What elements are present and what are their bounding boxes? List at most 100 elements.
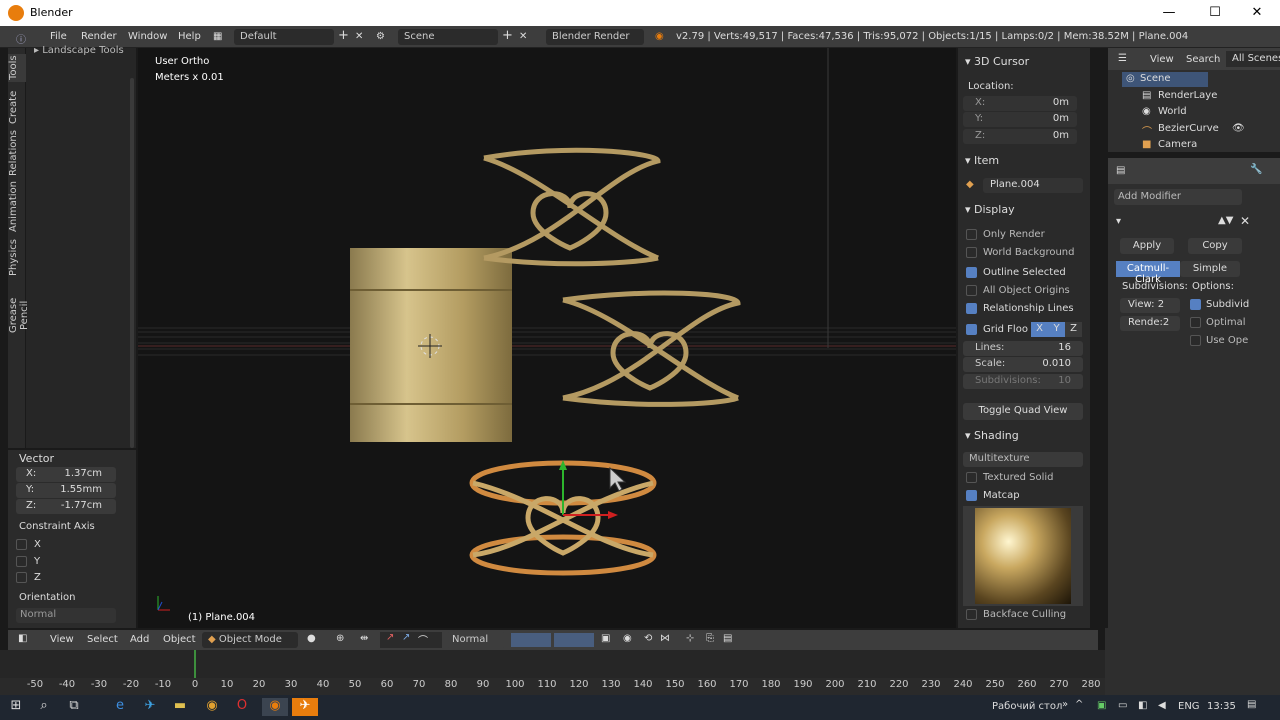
opera-icon[interactable]: O [232, 698, 252, 716]
close-button[interactable]: ✕ [1234, 0, 1280, 26]
grid-lines-field[interactable]: Lines: 16 [963, 341, 1083, 356]
remove-layout-icon[interactable]: ✕ [355, 31, 363, 42]
scene-icon[interactable]: ⚙ [376, 31, 385, 42]
info-icon[interactable]: ⓘ [16, 31, 26, 46]
vector-x-field[interactable]: X: 1.37cm [16, 467, 116, 482]
vector-z-field[interactable]: Z: -1.77cm [16, 499, 116, 514]
object-menu[interactable]: Object [163, 634, 196, 645]
only-render-checkbox[interactable] [966, 229, 977, 240]
grid-floor-checkbox[interactable] [966, 324, 977, 335]
all-origins-checkbox[interactable] [966, 285, 977, 296]
matcap-checkbox[interactable] [966, 490, 977, 501]
tab-grease-pencil[interactable]: Grease Pencil [8, 284, 30, 346]
timeline[interactable]: -50 -40 -30 -20 -10 0 10 20 30 40 50 60 70 80 90 100 110… [0, 650, 1105, 695]
modifier-tab-icon[interactable]: 🔧 [1250, 164, 1262, 175]
add-scene-icon[interactable]: + [502, 28, 513, 43]
render-icon[interactable]: ⎘ [706, 633, 714, 644]
item-name-field[interactable]: Plane.004 [983, 178, 1083, 193]
outliner-menu-icon[interactable]: ☰ [1118, 53, 1127, 64]
orientation-dropdown[interactable]: Normal [16, 608, 116, 623]
properties-menu-icon[interactable]: ▤ [1116, 165, 1125, 176]
textured-solid-checkbox[interactable] [966, 472, 977, 483]
grid-axis-y-toggle[interactable]: Y [1048, 322, 1065, 337]
outliner-display-mode[interactable]: All Scenes [1226, 51, 1280, 67]
shading-mode-dropdown[interactable]: Multitexture [963, 452, 1083, 467]
catmull-clark-toggle[interactable]: Catmull-Clark [1116, 261, 1180, 285]
orientation-dropdown-header[interactable]: Normal [446, 632, 506, 648]
maximize-button[interactable]: ☐ [1192, 0, 1238, 26]
file-explorer-icon[interactable]: ▬ [170, 698, 190, 716]
viewport-shading-icon[interactable]: ● [307, 633, 316, 644]
render-only-icon[interactable]: ◉ [623, 633, 632, 644]
cursor-panel-header[interactable]: ▾ 3D Cursor [965, 55, 1029, 68]
tray-chevron-icon[interactable]: ^ [1075, 699, 1083, 710]
pivot-icon[interactable]: ⊕ [336, 633, 344, 644]
matcap-preview[interactable] [963, 506, 1083, 606]
outliner-item-scene[interactable]: ◎ Scene [1122, 72, 1208, 87]
select-menu[interactable]: Select [87, 634, 118, 645]
blender-taskbar-icon[interactable]: ◉ [262, 698, 288, 716]
telegram-icon[interactable]: ✈ [140, 698, 160, 716]
remove-scene-icon[interactable]: ✕ [519, 31, 527, 42]
tab-animation[interactable]: Animation [8, 181, 26, 232]
tab-create[interactable]: Create [8, 88, 26, 126]
menu-window[interactable]: Window [128, 31, 167, 42]
tab-tools[interactable]: Tools [8, 54, 26, 82]
toggle-quad-view-button[interactable]: Toggle Quad View [963, 403, 1083, 420]
editor-type-icon[interactable]: ◧ [18, 633, 27, 644]
layout-dropdown[interactable]: Default [234, 29, 334, 45]
layer-lock-icon[interactable]: ▣ [601, 633, 610, 644]
add-modifier-dropdown[interactable]: Add Modifier [1114, 189, 1242, 205]
move-modifier-icons[interactable]: ▲▼ [1218, 215, 1233, 226]
render-levels-field[interactable]: Rende:2 [1120, 316, 1180, 331]
menu-help[interactable]: Help [178, 31, 201, 42]
outliner-search-menu[interactable]: Search [1186, 54, 1220, 65]
outliner-item-camera[interactable]: ■ Camera [1128, 138, 1268, 152]
volume-icon[interactable]: ◀ [1158, 700, 1166, 711]
landscape-tools-header[interactable]: ▸ Landscape Tools [34, 45, 124, 56]
simple-toggle[interactable]: Simple [1180, 261, 1240, 277]
constraint-x-checkbox[interactable] [16, 539, 27, 550]
tab-physics[interactable]: Physics [8, 238, 26, 278]
cursor-x-field[interactable]: X: 0m [963, 96, 1077, 111]
menu-file[interactable]: File [50, 31, 67, 42]
grid-subdivisions-field[interactable]: Subdivisions: 10 [963, 374, 1083, 389]
toolshelf-scrollbar[interactable] [130, 78, 134, 448]
grid-scale-field[interactable]: Scale: 0.010 [963, 357, 1083, 372]
layer-buttons-1[interactable] [511, 633, 551, 647]
snap-element-icon[interactable]: ⊹ [686, 633, 694, 644]
menu-render[interactable]: Render [81, 31, 117, 42]
cursor-y-field[interactable]: Y: 0m [963, 112, 1077, 127]
snap-icon[interactable]: ⟲ [644, 633, 652, 644]
outliner-item-renderlayer[interactable]: ▤ RenderLaye [1128, 89, 1268, 104]
chrome-icon[interactable]: ◉ [202, 698, 222, 716]
item-panel-header[interactable]: ▾ Item [965, 154, 999, 167]
toolbar-expand-icon[interactable]: » [1062, 699, 1068, 710]
tab-relations[interactable]: Relations [8, 130, 26, 176]
display-panel-header[interactable]: ▾ Display [965, 203, 1015, 216]
battery-icon[interactable]: ◧ [1138, 700, 1147, 711]
3d-viewport[interactable]: User Ortho Meters x 0.01 (1) Plane.004 [138, 48, 956, 628]
clock[interactable]: 13:35 [1207, 701, 1236, 712]
grid-axis-z-toggle[interactable]: Z [1065, 322, 1082, 337]
notifications-icon[interactable]: ▤ [1247, 699, 1256, 710]
viewport-scene[interactable] [138, 48, 956, 628]
view-menu[interactable]: View [50, 634, 74, 645]
transform-manipulators[interactable]: ↗ ↗ ⌒ [380, 632, 442, 648]
timeline-track[interactable] [0, 650, 1105, 678]
task-view-icon[interactable]: ⧉ [64, 698, 84, 716]
relationship-lines-checkbox[interactable] [966, 303, 977, 314]
world-background-checkbox[interactable] [966, 247, 977, 258]
optimal-display-checkbox[interactable] [1190, 317, 1201, 328]
mode-dropdown[interactable]: ◆ Object Mode [202, 632, 298, 648]
manipulator-icon[interactable]: ⇹ [360, 633, 368, 644]
edge-icon[interactable]: e [110, 698, 130, 716]
outliner-item-world[interactable]: ◉ World [1128, 105, 1268, 120]
subdivide-uvs-checkbox[interactable] [1190, 299, 1201, 310]
modifier-collapse-icon[interactable]: ▾ [1116, 216, 1121, 227]
add-menu[interactable]: Add [130, 634, 149, 645]
tray-app-icon[interactable]: ▣ [1097, 700, 1106, 711]
use-opensubdiv-checkbox[interactable] [1190, 335, 1201, 346]
proportional-icon[interactable]: ⋈ [660, 633, 670, 644]
current-frame-marker[interactable] [194, 650, 196, 678]
